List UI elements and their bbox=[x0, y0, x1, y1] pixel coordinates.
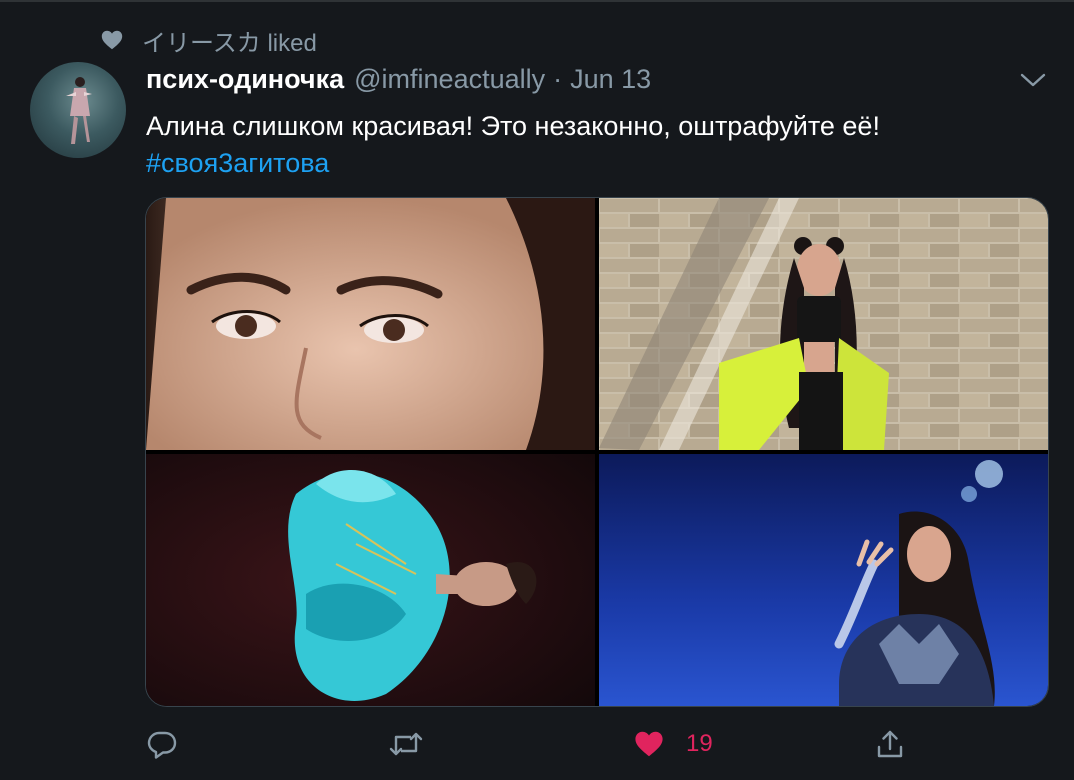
heart-icon bbox=[101, 30, 123, 50]
user-handle[interactable]: @imfineactually bbox=[354, 64, 545, 95]
photo-ice-performance[interactable] bbox=[599, 454, 1048, 706]
photo-skating-costume[interactable] bbox=[146, 454, 595, 706]
tweet-text: Алина слишком красивая! Это незаконно, о… bbox=[146, 108, 1026, 182]
share-button[interactable] bbox=[874, 726, 906, 762]
retweet-icon bbox=[389, 732, 423, 756]
tweet-date[interactable]: Jun 13 bbox=[570, 64, 651, 95]
display-name[interactable]: псих-одиночка bbox=[146, 64, 344, 95]
social-context: イリースカ liked bbox=[100, 26, 317, 57]
media-grid bbox=[145, 197, 1049, 707]
top-divider bbox=[0, 0, 1074, 2]
separator-dot: · bbox=[553, 64, 563, 94]
photo-closeup-face[interactable] bbox=[146, 198, 595, 450]
like-count: 19 bbox=[686, 730, 713, 757]
tweet-header: псих-одиночка @imfineactually · Jun 13 bbox=[146, 64, 651, 98]
photo-brick-wall-pose[interactable] bbox=[599, 198, 1048, 450]
tweet-body: Алина слишком красивая! Это незаконно, о… bbox=[146, 111, 880, 141]
share-icon bbox=[877, 730, 903, 758]
avatar[interactable] bbox=[30, 62, 126, 158]
social-context-text[interactable]: イリースカ liked bbox=[142, 23, 317, 58]
heart-filled-icon bbox=[635, 731, 663, 757]
chevron-down-icon[interactable] bbox=[1018, 68, 1048, 92]
retweet-button[interactable] bbox=[388, 726, 424, 762]
reply-button[interactable] bbox=[146, 726, 178, 762]
avatar-figure bbox=[66, 77, 92, 144]
hashtag-link[interactable]: #своя3агитова bbox=[146, 145, 1026, 182]
tweet-actions: 19 bbox=[0, 720, 1074, 768]
like-button[interactable]: 19 bbox=[632, 726, 713, 762]
reply-icon bbox=[147, 731, 177, 759]
